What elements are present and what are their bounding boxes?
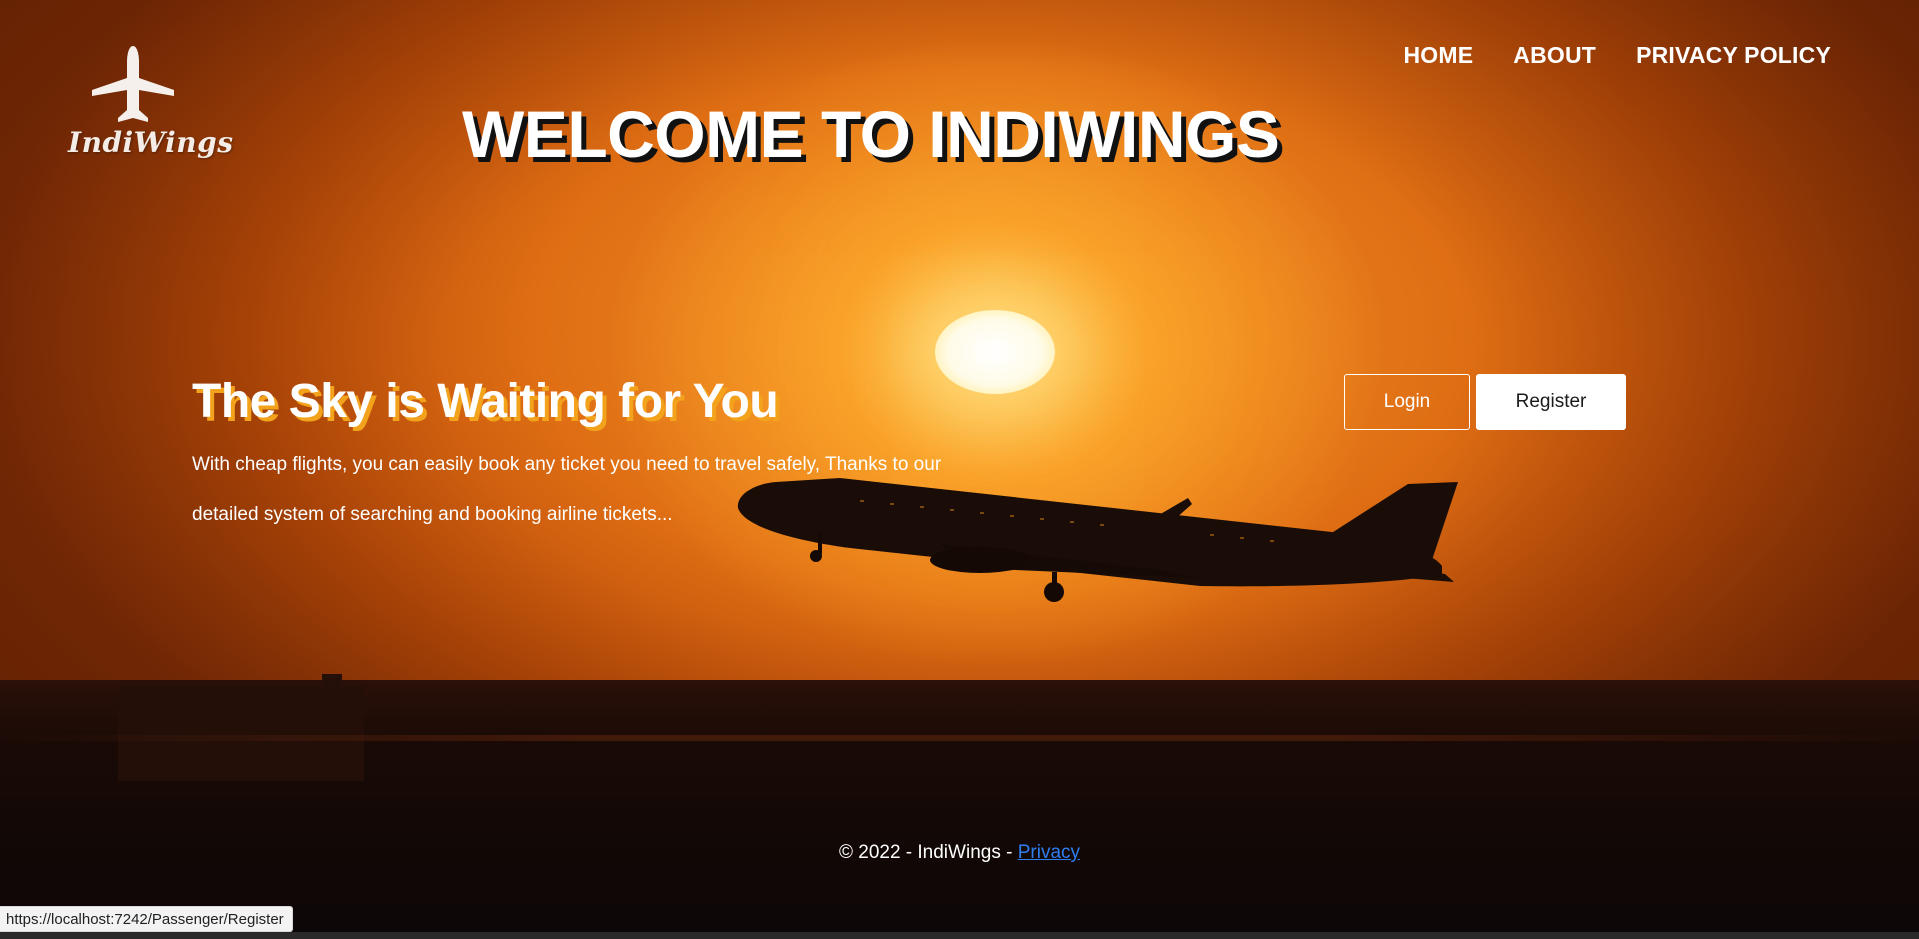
nav-item-about[interactable]: ABOUT [1513,42,1596,69]
sun-image [935,310,1055,394]
register-button[interactable]: Register [1476,374,1626,430]
status-bar-url: https://localhost:7242/Passenger/Registe… [0,906,293,932]
airplane-icon [92,46,174,122]
nav-item-home[interactable]: HOME [1403,42,1473,69]
footer-copyright: © 2022 - IndiWings - [838,842,1018,863]
welcome-title: WELCOME TO INDIWINGS [462,97,1280,171]
login-button[interactable]: Login [1344,374,1470,430]
hero-title: The Sky is Waiting for You [192,375,779,428]
nav-item-privacy-policy[interactable]: PRIVACY POLICY [1636,42,1831,69]
brand-logo[interactable]: IndiWings [68,44,234,174]
runway-line [0,735,1919,741]
brand-logo-text: IndiWings [68,126,234,159]
main-nav: HOME ABOUT PRIVACY POLICY [1403,42,1831,69]
footer: © 2022 - IndiWings - Privacy [0,842,1919,864]
page: IndiWings HOME ABOUT PRIVACY POLICY WELC… [0,0,1919,939]
building-silhouette [118,686,364,781]
hero-description: With cheap flights, you can easily book … [192,454,942,525]
window-bottom-edge [0,932,1919,939]
footer-privacy-link[interactable]: Privacy [1018,842,1080,863]
building-antenna [322,674,342,688]
